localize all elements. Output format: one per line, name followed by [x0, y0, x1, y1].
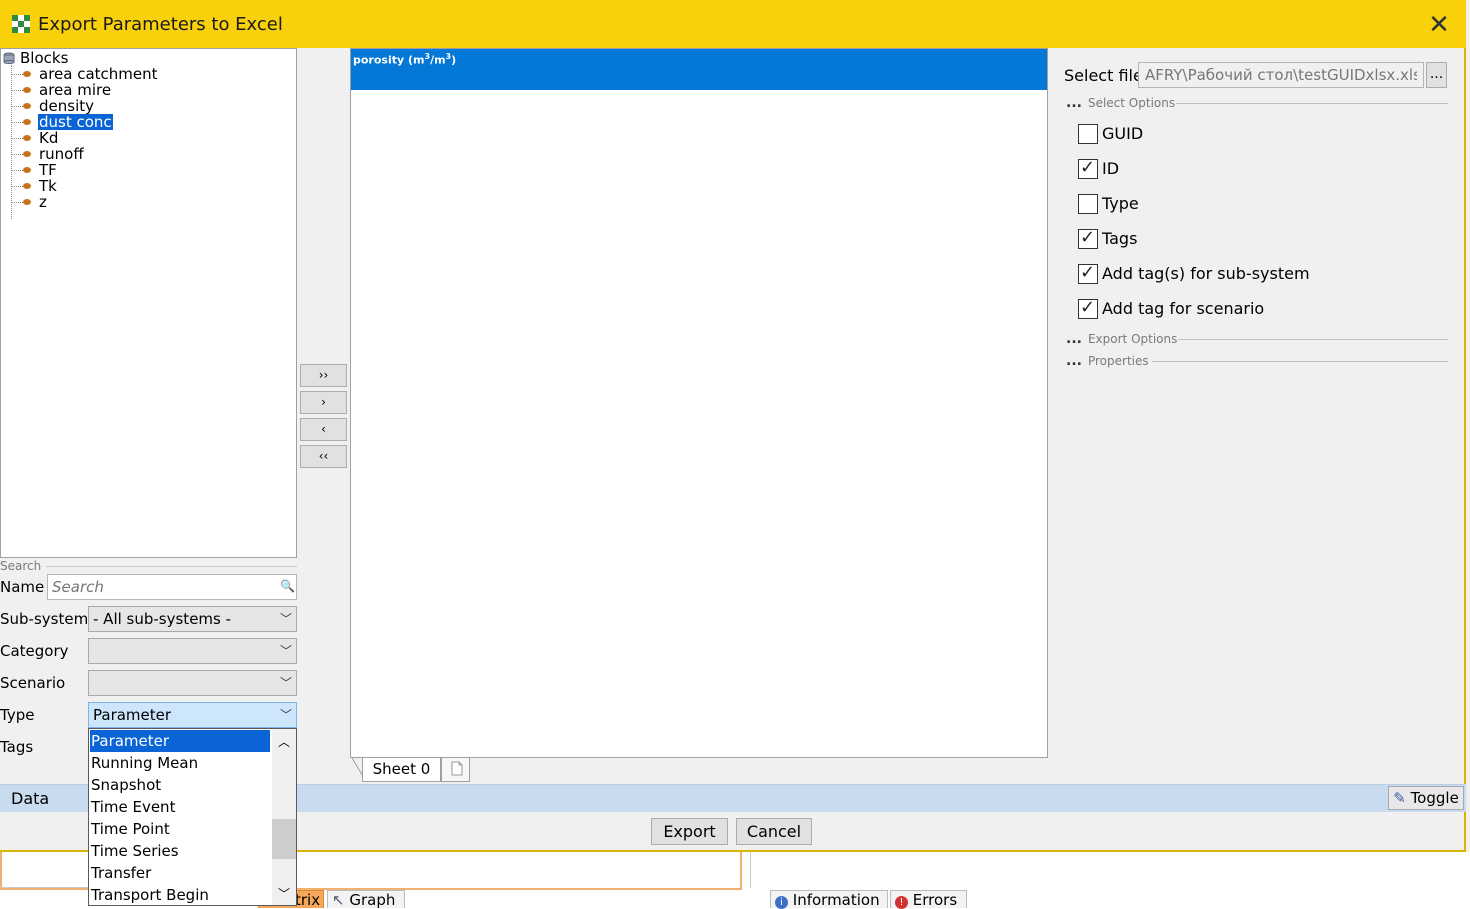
excel-grid-icon	[12, 15, 30, 33]
dropdown-option-running-mean[interactable]: Running Mean	[90, 752, 270, 774]
block-icon	[23, 103, 31, 109]
chevron-down-icon: ﹀	[279, 708, 292, 722]
export-options-header[interactable]: ... Export Options	[1066, 331, 1448, 347]
subsystem-select[interactable]: - All sub-systems - ﹀	[88, 606, 297, 632]
background-tab-errors[interactable]: ! Errors	[890, 890, 967, 909]
select-options-header[interactable]: ... Select Options	[1066, 95, 1448, 111]
info-icon: i	[775, 896, 788, 909]
chevron-down-icon: ﹀	[279, 676, 292, 690]
checkbox-box[interactable]	[1078, 297, 1098, 319]
export-button[interactable]: Export	[651, 818, 728, 845]
graph-icon: ↖	[332, 891, 345, 909]
block-icon	[23, 71, 31, 77]
tree-item[interactable]: z	[39, 194, 47, 210]
tags-label: Tags	[0, 738, 34, 756]
tree-item[interactable]: runoff	[39, 146, 84, 162]
checkbox-box[interactable]	[1078, 194, 1098, 214]
type-dropdown-list[interactable]: Parameter Running Mean Snapshot Time Eve…	[88, 728, 297, 906]
dropdown-option-snapshot[interactable]: Snapshot	[90, 774, 270, 796]
tree-item[interactable]: density	[39, 98, 94, 114]
subsystem-value: - All sub-systems -	[93, 610, 232, 628]
dropdown-option-time-series[interactable]: Time Series	[90, 840, 270, 862]
add-all-button[interactable]: ››	[300, 364, 347, 387]
blocks-tree[interactable]: Blocks area catchment area mire density …	[0, 48, 297, 558]
dropdown-option-transport-begin[interactable]: Transport Begin	[90, 884, 270, 906]
category-label: Category	[0, 642, 69, 660]
scenario-select[interactable]: ﹀	[88, 670, 297, 696]
dialog-title: Export Parameters to Excel	[38, 14, 283, 35]
sheet-header-label: porosity (m3/m3)	[353, 52, 457, 67]
name-label: Name	[0, 578, 45, 596]
toggle-label: Toggle	[1410, 789, 1459, 807]
checkbox-box[interactable]	[1078, 262, 1098, 284]
background-window-edge	[1466, 0, 1470, 908]
scenario-label: Scenario	[0, 674, 66, 692]
pencil-icon: ✎	[1393, 789, 1406, 807]
block-icon	[23, 87, 31, 93]
checkbox-box[interactable]	[1078, 157, 1098, 179]
background-panel-right	[750, 852, 1470, 888]
background-tab-information[interactable]: i Information	[770, 890, 888, 909]
dropdown-scrollbar-thumb[interactable]	[272, 819, 296, 859]
dropdown-option-time-event[interactable]: Time Event	[90, 796, 270, 818]
tree-root-blocks[interactable]: Blocks	[20, 50, 68, 66]
scroll-down-icon[interactable]: ﹀	[278, 885, 290, 902]
dropdown-option-parameter[interactable]: Parameter	[90, 730, 270, 752]
block-icon	[23, 151, 31, 157]
tree-item[interactable]: Tk	[39, 178, 57, 194]
new-sheet-icon	[451, 761, 463, 776]
category-select[interactable]: ﹀	[88, 638, 297, 664]
search-icon: 🔍	[280, 579, 295, 593]
remove-button[interactable]: ‹	[300, 418, 347, 441]
block-icon	[23, 135, 31, 141]
chevron-down-icon: ﹀	[279, 612, 292, 626]
search-section-header: Search	[0, 559, 42, 573]
block-icon	[23, 183, 31, 189]
block-icon	[23, 119, 31, 125]
checkbox-box[interactable]	[1078, 227, 1098, 249]
type-select[interactable]: Parameter ﹀	[88, 702, 297, 728]
data-bar-label: Data	[11, 789, 50, 808]
tree-item[interactable]: area catchment	[39, 66, 158, 82]
toggle-button[interactable]: ✎ Toggle	[1388, 786, 1464, 810]
close-icon: ✕	[1428, 10, 1450, 40]
select-file-label: Select file	[1064, 66, 1143, 85]
add-sheet-button[interactable]	[441, 758, 470, 782]
dropdown-option-transfer[interactable]: Transfer	[90, 862, 270, 884]
tree-item[interactable]: TF	[39, 162, 57, 178]
tree-item[interactable]: Kd	[39, 130, 58, 146]
database-icon	[3, 52, 15, 64]
subsystem-label: Sub-system	[0, 610, 89, 628]
file-path-field[interactable]	[1138, 62, 1424, 88]
tree-item[interactable]: area mire	[39, 82, 111, 98]
tab-sheet-0[interactable]: Sheet 0	[362, 758, 441, 782]
scroll-up-icon[interactable]: ︿	[278, 733, 290, 750]
block-icon	[23, 199, 31, 205]
search-input[interactable]	[47, 574, 297, 600]
tree-item-selected[interactable]: dust conc	[38, 114, 113, 130]
type-value: Parameter	[93, 706, 172, 724]
checkbox-box[interactable]	[1078, 124, 1098, 144]
browse-button[interactable]: ...	[1426, 62, 1447, 88]
sheet-grid[interactable]	[350, 48, 1048, 758]
chevron-down-icon: ﹀	[279, 644, 292, 658]
remove-all-button[interactable]: ‹‹	[300, 445, 347, 468]
type-label: Type	[0, 706, 35, 724]
dropdown-scrollbar[interactable]	[272, 729, 296, 905]
close-button[interactable]: ✕	[1424, 10, 1454, 40]
block-icon	[23, 167, 31, 173]
dropdown-option-time-point[interactable]: Time Point	[90, 818, 270, 840]
background-tab-graph[interactable]: ↖ Graph	[327, 890, 405, 909]
error-icon: !	[895, 896, 908, 909]
cancel-button[interactable]: Cancel	[736, 818, 812, 845]
properties-header[interactable]: ... Properties	[1066, 353, 1448, 369]
add-button[interactable]: ›	[300, 391, 347, 414]
